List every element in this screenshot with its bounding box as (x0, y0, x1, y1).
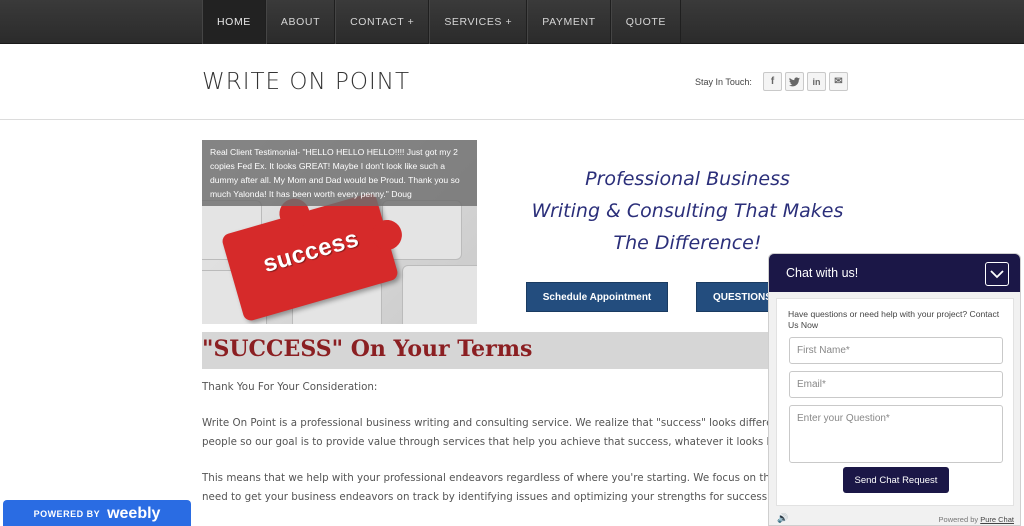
chat-form: Have questions or need help with your pr… (776, 298, 1014, 506)
linkedin-icon[interactable]: in (807, 72, 826, 91)
chat-title: Chat with us! (786, 266, 859, 280)
question-field[interactable]: Enter your Question* (789, 405, 1003, 463)
chat-widget: Chat with us! Have questions or need hel… (768, 253, 1021, 526)
nav-item-services[interactable]: SERVICES + (429, 0, 528, 44)
hero-image: success Real Client Testimonial- "HELLO … (202, 140, 477, 324)
twitter-icon[interactable] (785, 72, 804, 91)
sound-icon[interactable]: 🔊 (777, 513, 788, 524)
schedule-appointment-button[interactable]: Schedule Appointment (526, 282, 668, 312)
chat-footer: 🔊 Powered by Pure Chat (769, 511, 1020, 525)
powered-by-purechat[interactable]: Powered by Pure Chat (939, 515, 1014, 524)
headline-line-1: Professional Business (585, 168, 790, 190)
testimonial-caption: Real Client Testimonial- "HELLO HELLO HE… (202, 140, 477, 206)
email-field[interactable]: Email* (789, 371, 1003, 398)
nav-item-quote[interactable]: QUOTE (610, 0, 682, 44)
chat-header[interactable]: Chat with us! (769, 254, 1020, 292)
site-title[interactable]: WRITE ON POINT (202, 69, 410, 95)
nav-item-payment[interactable]: PAYMENT (527, 0, 611, 44)
chevron-down-icon[interactable] (985, 262, 1009, 286)
nav-item-contact[interactable]: CONTACT + (335, 0, 430, 44)
thank-you-text: Thank You For Your Consideration: (202, 381, 378, 393)
send-chat-request-button[interactable]: Send Chat Request (843, 467, 949, 493)
body-paragraph-2-line-2: need to get your business endeavors on t… (202, 491, 771, 503)
site-header: WRITE ON POINT Stay In Touch: f in ✉ (0, 44, 1024, 120)
chat-intro-text: Have questions or need help with your pr… (788, 309, 1000, 330)
weebly-logo: weebly (107, 505, 161, 522)
first-name-field[interactable]: First Name* (789, 337, 1003, 364)
stay-in-touch-label: Stay In Touch: (695, 77, 752, 87)
powered-by-weebly-badge[interactable]: POWERED BY weebly (3, 500, 191, 526)
puzzle-piece (402, 265, 477, 324)
nav-item-home[interactable]: HOME (202, 0, 266, 44)
mail-icon[interactable]: ✉ (829, 72, 848, 91)
powered-by-label: POWERED BY (33, 509, 101, 519)
facebook-icon[interactable]: f (763, 72, 782, 91)
hero-headline: Professional Business Writing & Consulti… (505, 163, 870, 259)
body-paragraph-1-line-1: Write On Point is a professional busines… (202, 417, 797, 429)
body-paragraph-2-line-1: This means that we help with your profes… (202, 472, 791, 484)
nav-list: HOME ABOUT CONTACT + SERVICES + PAYMENT … (202, 0, 682, 44)
pure-chat-link[interactable]: Pure Chat (980, 515, 1014, 524)
body-paragraph-1-line-2: people so our goal is to provide value t… (202, 436, 788, 448)
headline-line-2: Writing & Consulting That Makes (531, 200, 844, 222)
nav-item-about[interactable]: ABOUT (265, 0, 336, 44)
top-navigation: HOME ABOUT CONTACT + SERVICES + PAYMENT … (0, 0, 1024, 44)
section-title: "SUCCESS" On Your Terms (202, 336, 533, 362)
powered-by-text: Powered by (938, 515, 979, 524)
